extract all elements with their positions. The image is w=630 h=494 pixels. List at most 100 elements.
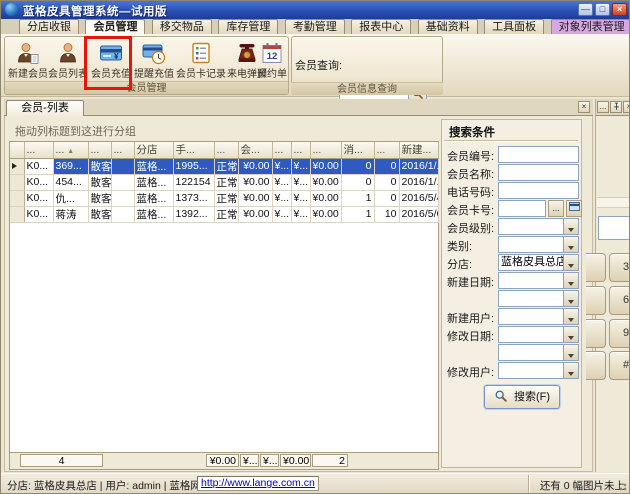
grid-cell[interactable]: 蓝格... [134,206,173,222]
menu-tab-branch-cashier[interactable]: 分店收银 [19,19,79,34]
column-header[interactable]: 消... [341,142,374,158]
maximize-button[interactable]: □ [595,3,610,16]
grid-cell[interactable]: ¥... [291,206,310,222]
keypad-key-9[interactable]: 9 [609,319,630,348]
new-member-button[interactable]: 新建会员 [8,39,48,82]
grid-cell[interactable]: 散客 [88,158,111,174]
keypad-key[interactable] [586,253,606,282]
column-header[interactable]: 会... [238,142,272,158]
resize-grip[interactable] [617,481,627,491]
menu-tab-object-list-manage[interactable]: 对象列表管理 [551,19,630,34]
grid-cell[interactable]: K0... [24,158,53,174]
member-id-input[interactable] [498,146,579,163]
grid-cell[interactable]: 1392... [173,206,214,222]
table-row[interactable]: K0... 蒋涛 散客 蓝格... 1392... 正常 ¥0.00 ¥... … [10,206,438,222]
grid-cell[interactable]: 122154 [173,174,214,190]
table-row[interactable]: K0... 仇... 散客 蓝格... 1373... 正常 ¥0.00 ¥..… [10,190,438,206]
grid-cell[interactable]: 正常 [214,174,238,190]
grid-cell[interactable]: ¥0.00 [310,190,341,206]
dock-panel-input[interactable] [598,216,630,240]
grid-cell[interactable]: ¥... [291,158,310,174]
grid-cell[interactable]: ¥0.00 [238,174,272,190]
grid-cell[interactable]: ¥0.00 [310,158,341,174]
dropdown-button[interactable] [563,291,578,306]
grid-cell[interactable]: 2016/5/4 [399,190,438,206]
phone-number-input[interactable] [498,182,579,199]
menu-tab-inventory[interactable]: 库存管理 [218,19,278,34]
column-header-sorted[interactable]: ... ▲ [53,142,88,158]
dock-close-button[interactable]: × [623,101,630,113]
grid-cell[interactable]: 正常 [214,158,238,174]
grid-cell[interactable]: 蒋涛 [53,206,88,222]
menu-tab-reports[interactable]: 报表中心 [351,19,411,34]
menu-tab-attendance[interactable]: 考勤管理 [285,19,345,34]
panel-close-button[interactable]: × [578,101,590,113]
document-tab-member-list[interactable]: 会员-列表 [6,100,84,116]
menu-tab-base-data[interactable]: 基础资料 [418,19,478,34]
member-card-input[interactable] [498,200,546,217]
dropdown-button[interactable] [563,327,578,342]
grid-cell[interactable]: ¥0.00 [310,174,341,190]
close-button[interactable]: × [612,3,627,16]
dropdown-button[interactable] [563,237,578,252]
keypad-key-6[interactable]: 6 [609,286,630,315]
menu-tab-transfer-items[interactable]: 移交物品 [152,19,212,34]
card-reader-button[interactable] [566,200,582,217]
grid-cell[interactable]: ¥... [272,174,291,190]
column-header[interactable]: 新建... [399,142,438,158]
grid-cell[interactable]: K0... [24,206,53,222]
column-header[interactable]: ... [272,142,291,158]
grid-cell[interactable]: K0... [24,190,53,206]
grid-cell[interactable] [111,190,134,206]
grid-cell[interactable]: 1995... [173,158,214,174]
grid-cell[interactable]: 0 [374,190,399,206]
appointment-button[interactable]: 12 预约单 [255,39,289,82]
table-row[interactable]: K0... 454... 散客 蓝格... 122154 正常 ¥0.00 ¥.… [10,174,438,190]
grid-cell[interactable]: 仇... [53,190,88,206]
dock-more-button[interactable]: ... [597,101,609,113]
dock-pin-button[interactable] [610,101,622,113]
grid-cell[interactable]: 散客 [88,206,111,222]
grid-cell[interactable]: K0... [24,174,53,190]
grid-cell[interactable]: 0 [374,174,399,190]
column-header[interactable]: ... [374,142,399,158]
grid-cell[interactable] [111,206,134,222]
column-header[interactable]: 手... [173,142,214,158]
grid-cell[interactable]: 454... [53,174,88,190]
grid-cell[interactable]: ¥0.00 [238,158,272,174]
grid-cell[interactable]: 2016/1/... [399,158,438,174]
grid-cell[interactable]: 散客 [88,190,111,206]
dropdown-button[interactable] [563,273,578,288]
dropdown-button[interactable] [563,363,578,378]
grid-cell[interactable]: 1 [341,206,374,222]
keypad-key[interactable] [586,319,606,348]
dropdown-button[interactable] [563,219,578,234]
grid-cell[interactable]: ¥... [272,158,291,174]
menu-tab-tool-panel[interactable]: 工具面板 [484,19,544,34]
grid-cell[interactable]: 2016/5/6 [399,206,438,222]
ellipsis-button[interactable]: ... [548,200,564,217]
grid-cell[interactable]: ¥0.00 [238,206,272,222]
dropdown-button[interactable] [563,345,578,360]
grid-cell[interactable]: 10 [374,206,399,222]
grid-cell[interactable]: 369... [53,158,88,174]
remind-recharge-button[interactable]: 提醒充值 [133,39,175,82]
website-link[interactable]: http://www.lange.com.cn [201,477,315,489]
grid-cell[interactable]: 2016/1/... [399,174,438,190]
grid-cell[interactable] [111,158,134,174]
grid-cell[interactable] [111,174,134,190]
dropdown-button[interactable] [563,255,578,270]
grid-cell[interactable]: 0 [341,174,374,190]
grid-cell[interactable]: 正常 [214,190,238,206]
grid-cell[interactable]: ¥... [272,190,291,206]
column-header[interactable]: ... [291,142,310,158]
keypad-key[interactable] [586,351,606,380]
grid-cell[interactable]: 0 [341,158,374,174]
grid-cell[interactable]: 蓝格... [134,190,173,206]
column-header[interactable]: 分店 [134,142,173,158]
keypad-key[interactable] [586,286,606,315]
grid-cell[interactable]: ¥... [272,206,291,222]
table-row[interactable]: K0... 369... 散客 蓝格... 1995... 正常 ¥0.00 ¥… [10,158,438,174]
grid-cell[interactable]: ¥... [291,174,310,190]
search-button[interactable]: 搜索(F) [484,385,560,409]
